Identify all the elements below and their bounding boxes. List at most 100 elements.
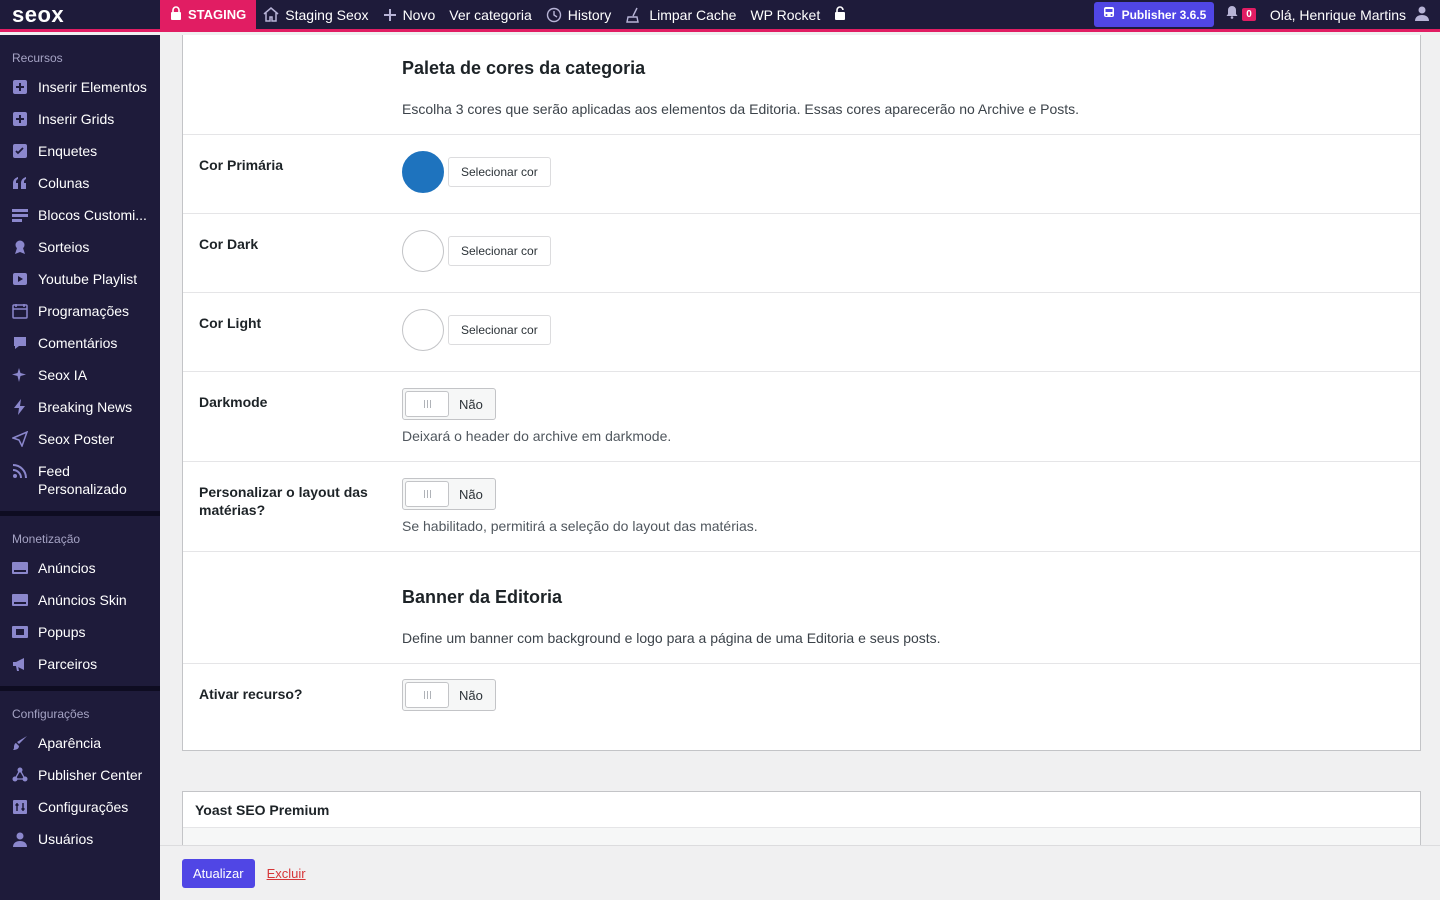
plus-square-icon [10,110,30,128]
color-swatch-light[interactable] [402,309,444,351]
sidebar-item-label: Seox IA [38,367,88,383]
megaphone-icon [10,655,30,673]
color-swatch-primary[interactable] [402,151,444,193]
site-logo[interactable]: seox [0,0,160,31]
broom-icon [625,7,643,23]
sidebar-item-anuncios[interactable]: Anúncios [0,552,160,584]
history-icon [546,7,562,23]
toggle-state: Não [459,486,483,502]
history-link[interactable]: History [539,0,619,31]
sidebar-item-seox-poster[interactable]: Seox Poster [0,423,160,455]
publisher-version-badge[interactable]: Publisher 3.6.5 [1093,2,1215,27]
sidebar-item-popups[interactable]: Popups [0,616,160,648]
user-icon [10,830,30,848]
unlock-icon [834,6,846,23]
sidebar-item-feed-personalizado[interactable]: Feed Personalizado [0,455,160,505]
sidebar-item-label: Youtube Playlist [38,271,138,287]
select-color-button[interactable]: Selecionar cor [448,157,551,187]
banner-description: Define um banner com background e logo p… [402,630,941,646]
sidebar-item-parceiros[interactable]: Parceiros [0,648,160,680]
sidebar-item-programacoes[interactable]: Programações [0,295,160,327]
sidebar-item-blocos-customi[interactable]: Blocos Customi... [0,199,160,231]
bolt-icon [10,398,30,416]
site-name-link[interactable]: Staging Seox [256,0,375,31]
notification-count: 0 [1242,8,1256,21]
darkmode-row: Darkmode Não Deixará o header do archive… [183,371,1420,461]
sidebar-item-publisher-center[interactable]: Publisher Center [0,759,160,791]
sidebar-item-enquetes[interactable]: Enquetes [0,135,160,167]
layout-toggle[interactable]: Não [402,478,496,510]
banner-title: Banner da Editoria [402,587,563,607]
clear-cache-link[interactable]: Limpar Cache [618,0,743,31]
sidebar-item-aparencia[interactable]: Aparência [0,727,160,759]
sidebar-item-youtube-playlist[interactable]: Youtube Playlist [0,263,160,295]
palette-title: Paleta de cores da categoria [402,58,646,78]
clear-cache-label: Limpar Cache [649,6,737,23]
activate-label: Ativar recurso? [199,686,303,702]
wp-rocket-link[interactable]: WP Rocket [743,0,827,31]
activate-row: Ativar recurso? Não [183,663,1420,751]
sidebar-item-label: Seox Poster [38,431,115,447]
blocks-icon [10,206,30,224]
sidebar-item-seox-ia[interactable]: Seox IA [0,359,160,391]
toggle-state: Não [459,396,483,412]
toggle-knob [405,391,449,417]
layout-row: Personalizar o layout das matérias? Não … [183,461,1420,551]
sidebar-heading: Monetização [12,532,81,546]
sidebar-item-label: Inserir Elementos [38,79,147,95]
sidebar-item-anuncios-skin[interactable]: Anúncios Skin [0,584,160,616]
sidebar-item-inserir-elementos[interactable]: Inserir Elementos [0,71,160,103]
sidebar-item-inserir-grids[interactable]: Inserir Grids [0,103,160,135]
darkmode-label: Darkmode [199,394,268,410]
poll-icon [10,142,30,160]
home-icon [263,7,279,22]
sidebar-heading: Recursos [12,51,63,65]
sidebar-item-label: Enquetes [38,143,98,159]
plus-icon [383,8,397,22]
toggle-state: Não [459,687,483,703]
bus-icon [1102,6,1116,23]
lock-icon [170,6,182,23]
yoast-title[interactable]: Yoast SEO Premium [183,792,1420,828]
publisher-version: Publisher 3.6.5 [1121,7,1207,22]
sidebar-item-label: Aparência [38,735,102,751]
select-color-button[interactable]: Selecionar cor [448,236,551,266]
view-category-link[interactable]: Ver categoria [442,0,539,31]
darkmode-toggle[interactable]: Não [402,388,496,420]
sidebar-item-colunas[interactable]: Colunas [0,167,160,199]
color-label: Cor Primária [199,157,284,173]
staging-badge[interactable]: STAGING [160,0,257,31]
sidebar-section-configuracoes: Configurações Aparência Publisher Center C… [0,691,160,855]
sidebar-item-breaking-news[interactable]: Breaking News [0,391,160,423]
delete-link[interactable]: Excluir [267,866,306,881]
yoast-content [183,828,1420,845]
rss-icon [10,462,30,480]
update-button[interactable]: Atualizar [182,858,255,888]
view-category-label: Ver categoria [449,6,532,23]
sidebar-item-sorteios[interactable]: Sorteios [0,231,160,263]
activate-toggle[interactable]: Não [402,679,496,711]
select-color-button[interactable]: Selecionar cor [448,315,551,345]
user-menu[interactable]: Olá, Henrique Martins [1270,5,1440,24]
category-settings-panel: Paleta de cores da categoria Escolha 3 c… [182,35,1421,751]
darkmode-hint: Deixará o header do archive em darkmode. [402,428,672,444]
sidebar-item-label: Anúncios [38,560,96,576]
sidebar-item-usuarios[interactable]: Usuários [0,823,160,855]
sidebar-item-label: Blocos Customi... [38,207,147,223]
unlock-link[interactable] [827,0,853,31]
bell-icon [1226,5,1238,24]
edit-actions-bar: Atualizar Excluir [160,845,1440,900]
toggle-knob [405,481,449,507]
new-label: Novo [402,6,436,23]
sidebar-heading: Configurações [12,707,90,721]
admin-sidebar: Recursos Inserir Elementos Inserir Grids E… [0,35,160,900]
quote-icon [10,174,30,192]
new-content-link[interactable]: Novo [376,0,443,31]
color-swatch-dark[interactable] [402,230,444,272]
sidebar-item-comentarios[interactable]: Comentários [0,327,160,359]
notifications[interactable]: 0 [1226,5,1256,24]
sidebar-item-configuracoes[interactable]: Configurações [0,791,160,823]
admin-bar: seox STAGING Staging Seox Novo Ver categ… [0,0,1440,32]
network-icon [10,766,30,784]
sidebar-item-label: Breaking News [38,399,133,415]
